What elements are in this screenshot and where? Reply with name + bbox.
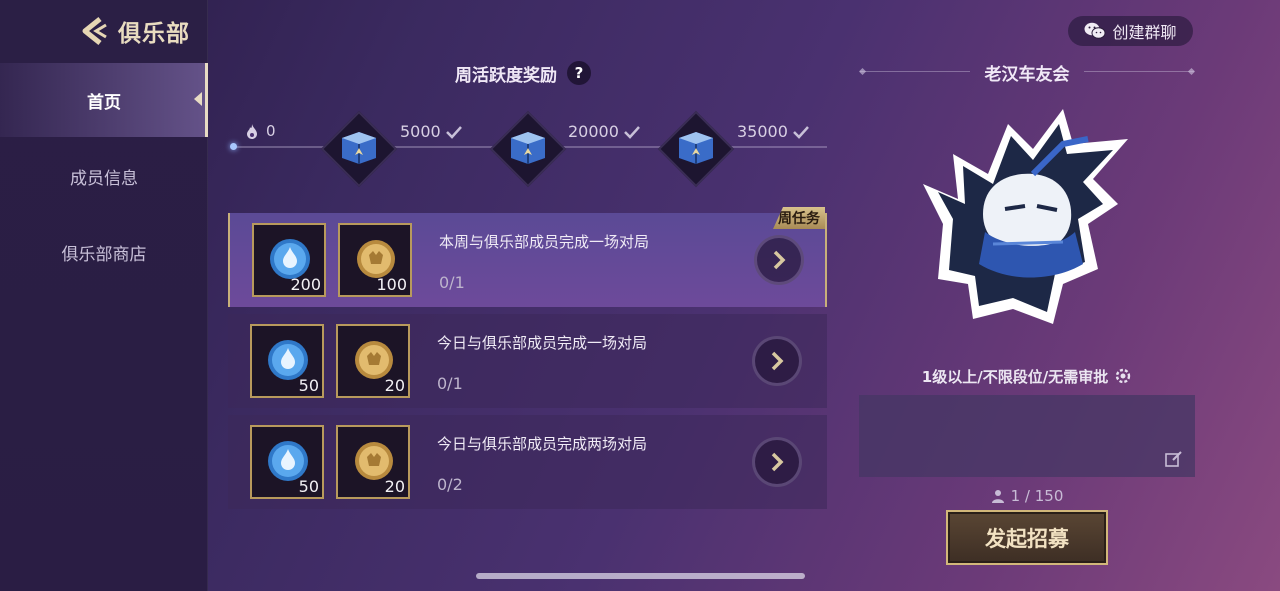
sidebar-item-shop[interactable]: 俱乐部商店 <box>0 215 208 289</box>
activity-start-value: 0 <box>246 122 276 140</box>
sidebar: 俱乐部 首页 成员信息 俱乐部商店 <box>0 0 208 591</box>
gear-icon[interactable] <box>1114 367 1132 385</box>
task-row: 50 20 今日与俱乐部成员完成一场对局 0/1 <box>228 314 827 408</box>
divider <box>860 71 970 72</box>
task-row: 周任务 200 100 本周与俱乐部成员完成一场对局 0/1 <box>228 207 827 307</box>
checkmark-icon <box>624 125 640 139</box>
club-emblem-ninja-icon[interactable] <box>913 104 1139 330</box>
treasure-chest-icon <box>511 132 545 164</box>
start-recruit-button[interactable]: 发起招募 <box>946 510 1108 565</box>
reward-coin[interactable]: 20 <box>336 425 410 499</box>
reward-activity[interactable]: 50 <box>250 425 324 499</box>
milestone-label-1: 5000 <box>400 122 462 141</box>
task-go-button[interactable] <box>752 336 802 386</box>
checkmark-icon <box>445 125 462 139</box>
task-progress: 0/2 <box>437 475 463 494</box>
club-requirements: 1级以上/不限段位/无需审批 <box>860 364 1194 388</box>
club-notice-box[interactable] <box>859 395 1195 477</box>
checkmark-icon <box>793 125 809 139</box>
chevron-right-icon <box>771 452 784 472</box>
create-group-chat-label: 创建群聊 <box>1112 23 1177 42</box>
weekly-activity-title: 周活跃度奖励 ? <box>455 60 591 86</box>
reward-coin[interactable]: 100 <box>338 223 412 297</box>
activity-progress-indicator <box>230 143 237 150</box>
task-row: 50 20 今日与俱乐部成员完成两场对局 0/2 <box>228 415 827 509</box>
reward-activity[interactable]: 50 <box>250 324 324 398</box>
club-title-row: 老汉车友会 <box>858 60 1196 85</box>
sidebar-item-label: 首页 <box>87 92 121 113</box>
flame-icon <box>247 123 257 139</box>
sidebar-item-label: 俱乐部商店 <box>61 244 147 265</box>
back-arrow-icon <box>82 17 107 45</box>
task-go-button[interactable] <box>754 235 804 285</box>
wechat-icon <box>1084 22 1106 39</box>
milestone-label-3: 35000 <box>737 122 809 141</box>
sidebar-item-members[interactable]: 成员信息 <box>0 139 208 213</box>
weekly-activity-label: 周活跃度奖励 <box>455 65 557 86</box>
weekly-task-tag: 周任务 <box>773 207 825 229</box>
task-description: 本周与俱乐部成员完成一场对局 <box>439 233 650 251</box>
chevron-right-icon <box>771 351 784 371</box>
chevron-right-icon <box>773 250 786 270</box>
divider <box>1084 71 1194 72</box>
help-icon[interactable]: ? <box>567 61 591 85</box>
reward-coin[interactable]: 20 <box>336 324 410 398</box>
task-description: 今日与俱乐部成员完成两场对局 <box>437 435 648 453</box>
person-icon <box>991 490 1004 503</box>
edit-icon[interactable] <box>1165 451 1183 467</box>
milestone-chest-3[interactable] <box>657 110 735 188</box>
task-progress: 0/1 <box>437 374 463 393</box>
create-group-chat-button[interactable]: 创建群聊 <box>1068 16 1193 46</box>
task-progress: 0/1 <box>439 273 465 292</box>
sidebar-item-label: 成员信息 <box>70 168 138 189</box>
club-name: 老汉车友会 <box>984 64 1070 85</box>
milestone-label-2: 20000 <box>568 122 640 141</box>
active-caret-icon <box>194 92 202 106</box>
milestone-chest-2[interactable] <box>489 110 567 188</box>
home-indicator-bar[interactable] <box>476 573 805 579</box>
back-button[interactable]: 俱乐部 <box>80 14 190 48</box>
task-go-button[interactable] <box>752 437 802 487</box>
reward-activity[interactable]: 200 <box>252 223 326 297</box>
milestone-chest-1[interactable] <box>320 110 398 188</box>
page-title: 俱乐部 <box>118 21 190 47</box>
treasure-chest-icon <box>679 132 713 164</box>
task-description: 今日与俱乐部成员完成一场对局 <box>437 334 648 352</box>
treasure-chest-icon <box>342 132 376 164</box>
sidebar-item-home[interactable]: 首页 <box>0 63 208 137</box>
member-count: 1 / 150 <box>860 485 1194 507</box>
